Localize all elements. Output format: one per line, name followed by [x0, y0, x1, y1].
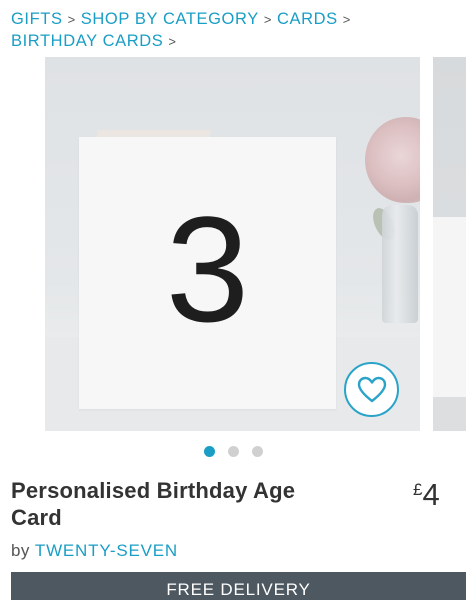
- breadcrumb-separator: >: [342, 12, 351, 27]
- carousel-dot-3[interactable]: [251, 446, 263, 457]
- breadcrumb: GIFTS > SHOP BY CATEGORY > CARDS > BIRTHDAY CA…: [11, 9, 461, 52]
- seller-link[interactable]: TWENTY-SEVEN: [35, 541, 178, 560]
- greeting-card: 3: [79, 137, 336, 409]
- heart-icon: [357, 376, 386, 402]
- breadcrumb-separator: >: [168, 33, 177, 49]
- next-card-edge: [433, 217, 466, 397]
- card-age-number: 3: [165, 185, 250, 353]
- breadcrumb-separator: >: [263, 12, 273, 27]
- next-card-shadow: [433, 397, 466, 431]
- breadcrumb-cards[interactable]: CARDS: [277, 10, 338, 28]
- carousel-pagination: [0, 446, 466, 460]
- rose-flower: [365, 117, 420, 203]
- carousel-dot-2[interactable]: [227, 446, 239, 457]
- product-price: £4: [413, 477, 463, 513]
- product-title: Personalised Birthday Age Card: [11, 478, 296, 530]
- breadcrumb-gifts[interactable]: GIFTS: [11, 10, 63, 28]
- breadcrumb-separator: >: [67, 12, 76, 27]
- breadcrumb-birthday-cards[interactable]: BIRTHDAY CARDS: [11, 32, 163, 50]
- wishlist-button[interactable]: [344, 362, 399, 417]
- product-image-next[interactable]: [433, 57, 466, 431]
- seller-line: by TWENTY-SEVEN: [11, 540, 178, 562]
- free-delivery-banner: FREE DELIVERY: [11, 572, 466, 600]
- product-image-main[interactable]: 3: [45, 57, 420, 431]
- price-currency: £: [413, 480, 423, 499]
- product-image-carousel[interactable]: 3: [0, 57, 466, 431]
- glass-vase: [382, 205, 418, 323]
- seller-prefix: by: [11, 541, 30, 560]
- price-amount: 4: [422, 477, 440, 512]
- carousel-dot-1[interactable]: [203, 446, 215, 457]
- breadcrumb-shop-by-category[interactable]: SHOP BY CATEGORY: [81, 10, 259, 28]
- free-delivery-label: FREE DELIVERY: [166, 580, 311, 599]
